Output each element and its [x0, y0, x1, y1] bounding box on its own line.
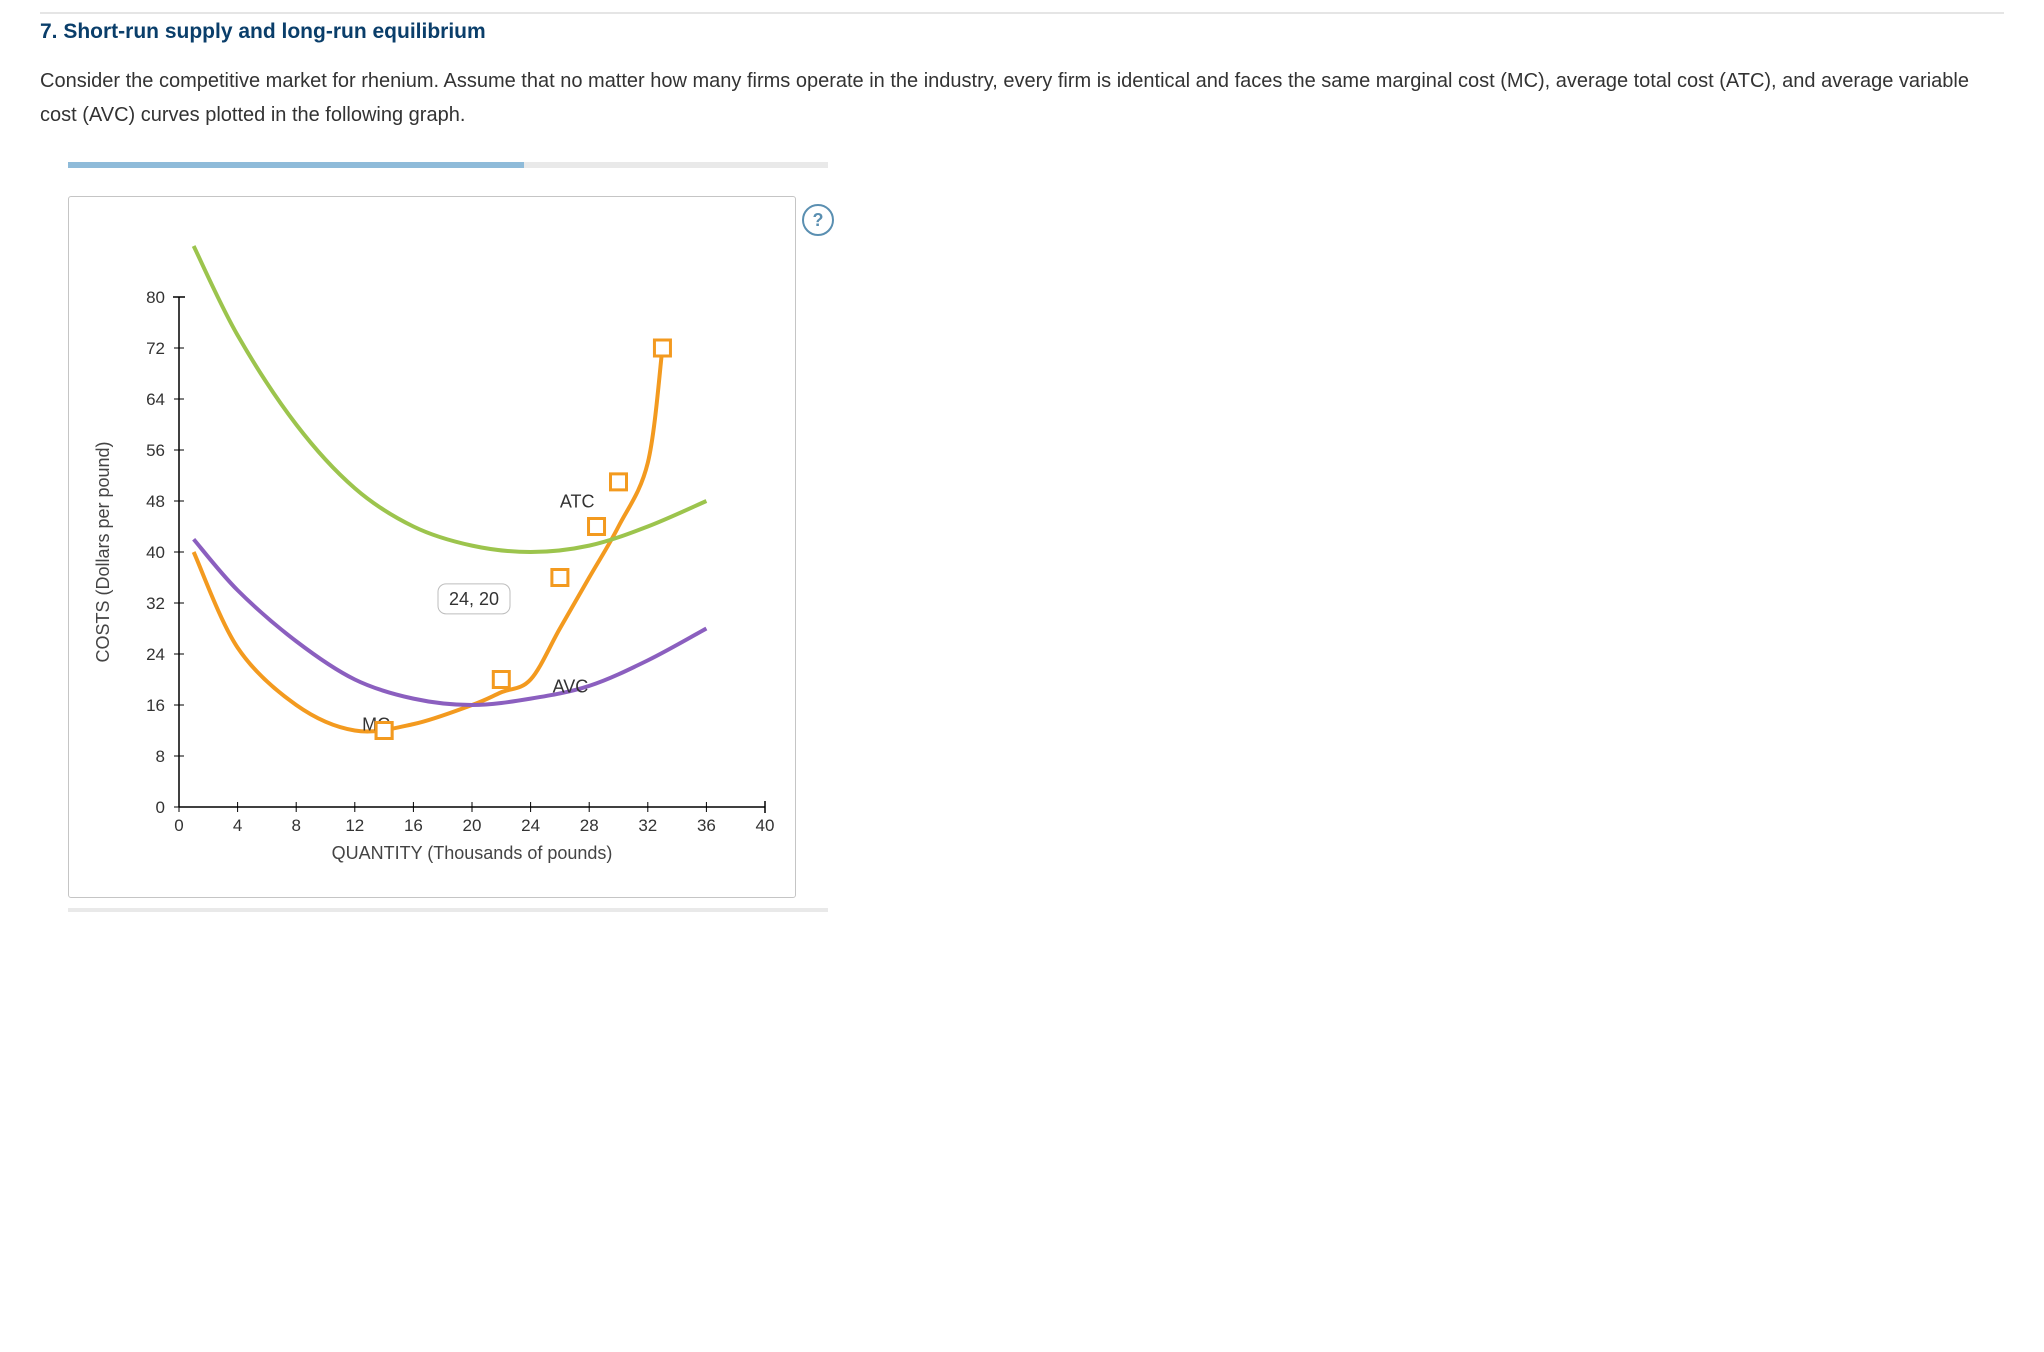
curve-avc[interactable] [194, 539, 707, 705]
x-tick-label: 28 [580, 816, 599, 835]
y-tick-label: 0 [156, 798, 165, 817]
top-rule [40, 12, 2004, 14]
cost-curves-chart[interactable]: 048121620242832364008162432404856647280Q… [69, 197, 795, 897]
y-tick-label: 16 [146, 696, 165, 715]
x-tick-label: 36 [697, 816, 716, 835]
mc-handle-3[interactable] [589, 519, 605, 535]
plot-frame: 048121620242832364008162432404856647280Q… [68, 196, 796, 898]
y-tick-label: 64 [146, 390, 165, 409]
x-tick-label: 12 [345, 816, 364, 835]
x-tick-label: 20 [463, 816, 482, 835]
tooltip-text: 24, 20 [449, 589, 499, 609]
section-accent-bar [68, 162, 828, 168]
mc-handle-4[interactable] [611, 474, 627, 490]
y-tick-label: 48 [146, 492, 165, 511]
intro-text: Consider the competitive market for rhen… [40, 64, 2004, 132]
mc-handle-2[interactable] [552, 570, 568, 586]
y-tick-label: 24 [146, 645, 165, 664]
question-title: 7. Short-run supply and long-run equilib… [40, 20, 2004, 44]
mc-label-handle[interactable] [376, 723, 392, 739]
page: 7. Short-run supply and long-run equilib… [0, 0, 2044, 932]
y-tick-label: 80 [146, 288, 165, 307]
x-tick-label: 4 [233, 816, 242, 835]
curve-label-atc: ATC [560, 491, 595, 511]
mc-handle-1[interactable] [493, 672, 509, 688]
x-tick-label: 0 [174, 816, 183, 835]
mc-handle-5[interactable] [654, 340, 670, 356]
y-tick-label: 72 [146, 339, 165, 358]
x-tick-label: 32 [638, 816, 657, 835]
y-tick-label: 32 [146, 594, 165, 613]
bottom-bar [68, 908, 828, 912]
curve-mc[interactable] [194, 348, 663, 731]
chart-figure: ? 04812162024283236400816243240485664728… [68, 196, 828, 898]
x-tick-label: 40 [756, 816, 775, 835]
x-axis-title: QUANTITY (Thousands of pounds) [332, 843, 613, 863]
x-tick-label: 8 [291, 816, 300, 835]
y-tick-label: 56 [146, 441, 165, 460]
y-tick-label: 40 [146, 543, 165, 562]
y-axis-title: COSTS (Dollars per pound) [93, 441, 113, 662]
curve-label-avc: AVC [553, 676, 589, 696]
x-tick-label: 16 [404, 816, 423, 835]
y-tick-label: 8 [156, 747, 165, 766]
x-tick-label: 24 [521, 816, 540, 835]
help-icon[interactable]: ? [802, 204, 834, 236]
